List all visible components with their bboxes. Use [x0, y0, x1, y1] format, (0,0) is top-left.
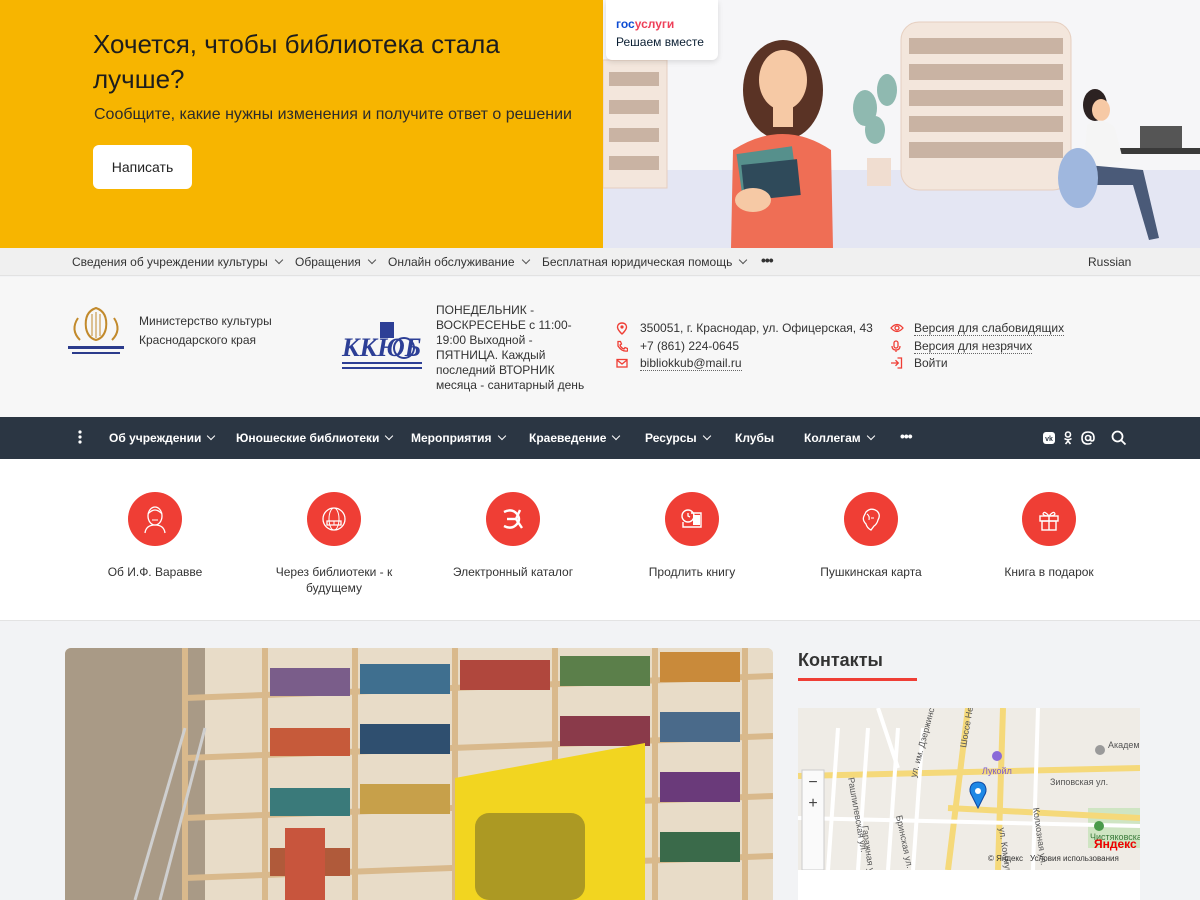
quick-link-future[interactable]: Через библиотеки - к будущему — [264, 492, 404, 595]
nav-item-local-history[interactable]: Краеведение — [529, 431, 621, 445]
contacts-card-footer — [798, 870, 1140, 900]
zoom-out-button[interactable]: − — [808, 774, 817, 791]
quick-link-pushkin-card[interactable]: Пушкинская карта — [801, 492, 941, 579]
vertical-dots-menu-icon[interactable] — [78, 430, 82, 444]
quick-link-label: Пушкинская карта — [820, 565, 922, 579]
microphone-icon — [891, 340, 901, 352]
library-photo[interactable] — [65, 648, 773, 900]
library-shelves-image — [65, 648, 773, 900]
topmenu-more-button[interactable]: ••• — [761, 252, 774, 268]
contacts-title-underline — [798, 678, 917, 681]
blind-version-link[interactable]: Версия для незрячих — [890, 339, 1033, 354]
quick-link-label: Через библиотеки - к будущему — [275, 565, 393, 595]
chevron-down-icon — [497, 431, 506, 441]
ministry-emblem-logo[interactable] — [64, 302, 128, 358]
college-icon — [1095, 745, 1105, 755]
chevron-down-icon — [702, 431, 711, 441]
chevron-down-icon — [866, 431, 875, 441]
search-icon[interactable] — [1111, 430, 1127, 446]
quick-link-label: Об И.Ф. Варавве — [107, 565, 203, 579]
nav-item-events[interactable]: Мероприятия — [411, 431, 506, 445]
gosuslugi-badge[interactable]: госуслуги Решаем вместе — [606, 0, 718, 60]
chevron-down-icon — [612, 431, 621, 441]
banner-title: Хочется, чтобы библиотека стала лучше? — [93, 29, 500, 94]
map-terms-link[interactable]: Условия использования — [1030, 854, 1119, 863]
svg-text:vk: vk — [1045, 436, 1053, 443]
kkub-library-logo[interactable]: ККЮБ — [340, 318, 424, 374]
main-navigation: Об учреждении Юношеские библиотеки Мероп… — [0, 417, 1200, 459]
park-icon — [1094, 821, 1104, 831]
portrait-icon — [128, 492, 182, 546]
email-link[interactable]: bibliokkub@mail.ru — [640, 356, 742, 371]
chevron-down-icon — [521, 255, 530, 265]
quick-link-varavva[interactable]: Об И.Ф. Варавве — [85, 492, 225, 579]
nav-item-youth-libraries[interactable]: Юношеские библиотеки — [236, 431, 394, 445]
nav-item-clubs[interactable]: Клубы — [735, 431, 774, 445]
mail-icon — [616, 358, 628, 368]
topmenu-institution-info[interactable]: Сведения об учреждении культуры — [72, 255, 284, 269]
email-line[interactable]: bibliokkub@mail.ru — [616, 356, 742, 371]
address-text: 350051, г. Краснодар, ул. Офицерская, 43 — [640, 321, 873, 335]
low-vision-version-link[interactable]: Версия для слабовидящих — [890, 321, 1065, 336]
login-icon — [891, 357, 903, 369]
address-line: 350051, г. Краснодар, ул. Офицерская, 43 — [616, 321, 873, 335]
quick-link-label: Продлить книгу — [648, 565, 736, 579]
eye-icon — [890, 323, 904, 333]
pushkin-icon — [844, 492, 898, 546]
location-pin-icon — [616, 322, 628, 335]
write-button[interactable]: Написать — [93, 145, 192, 189]
gosuslugi-logo: госуслуги — [616, 17, 675, 31]
feedback-banner: Хочется, чтобы библиотека стала лучше? С… — [0, 0, 1200, 248]
topmenu-appeals[interactable]: Обращения — [295, 255, 377, 269]
map-copyright: © Яндекс — [988, 854, 1023, 863]
phone-line[interactable]: +7 (861) 224-0645 — [616, 339, 739, 353]
nav-item-about[interactable]: Об учреждении — [109, 431, 216, 445]
chevron-down-icon — [367, 255, 377, 265]
books-globe-icon — [307, 492, 361, 546]
topmenu-legal-help[interactable]: Бесплатная юридическая помощь — [542, 255, 748, 269]
quick-link-label: Книга в подарок — [1004, 565, 1094, 579]
working-hours: ПОНЕДЕЛЬНИК - ВОСКРЕСЕНЬЕ с 11:00-19:00 … — [436, 303, 585, 392]
language-switcher[interactable]: Russian — [1088, 255, 1131, 269]
map-poi-label: Академ. коллед. — [1108, 740, 1140, 750]
chevron-down-icon — [385, 431, 394, 441]
nav-item-colleagues[interactable]: Коллегам — [804, 431, 875, 445]
quick-link-catalog[interactable]: Электронный каталог — [443, 492, 583, 579]
quick-link-gift-book[interactable]: Книга в подарок — [979, 492, 1119, 579]
phone-text[interactable]: +7 (861) 224-0645 — [640, 339, 739, 353]
topmenu-online-service[interactable]: Онлайн обслуживание — [388, 255, 530, 269]
nav-more-button[interactable]: ••• — [900, 428, 913, 444]
yandex-brand-logo[interactable]: Яндекс — [1094, 837, 1137, 851]
map-poi-label: Лукойл — [982, 766, 1012, 776]
zoom-in-button[interactable]: + — [808, 795, 817, 812]
vk-icon[interactable]: vk — [1043, 432, 1055, 444]
nav-item-resources[interactable]: Ресурсы — [645, 431, 711, 445]
chevron-down-icon — [274, 255, 284, 265]
phone-icon — [617, 340, 628, 352]
map-street-label: Зиповская ул. — [1050, 777, 1108, 787]
catalog-letter-icon — [486, 492, 540, 546]
gosuslugi-subtitle: Решаем вместе — [616, 35, 704, 49]
gift-icon — [1022, 492, 1076, 546]
book-clock-icon — [665, 492, 719, 546]
quick-link-label: Электронный каталог — [452, 565, 574, 579]
top-menu-bar: Сведения об учреждении культуры Обращени… — [0, 248, 1200, 276]
ministry-name: Министерство культуры Краснодарского кра… — [139, 314, 272, 347]
chevron-down-icon — [739, 255, 748, 265]
quick-link-renew[interactable]: Продлить книгу — [622, 492, 762, 579]
chevron-down-icon — [207, 431, 216, 441]
mail-ru-icon[interactable] — [1081, 431, 1095, 445]
map-canvas: Шоссе Нефтяников ул. им. Дзержинского Зи… — [798, 708, 1140, 894]
contacts-title: Контакты — [798, 650, 883, 670]
banner-subtitle: Сообщите, какие нужны изменения и получи… — [94, 106, 572, 123]
odnoklassniki-icon[interactable] — [1063, 431, 1073, 445]
login-link[interactable]: Войти — [890, 356, 948, 370]
gas-station-icon — [992, 751, 1002, 761]
